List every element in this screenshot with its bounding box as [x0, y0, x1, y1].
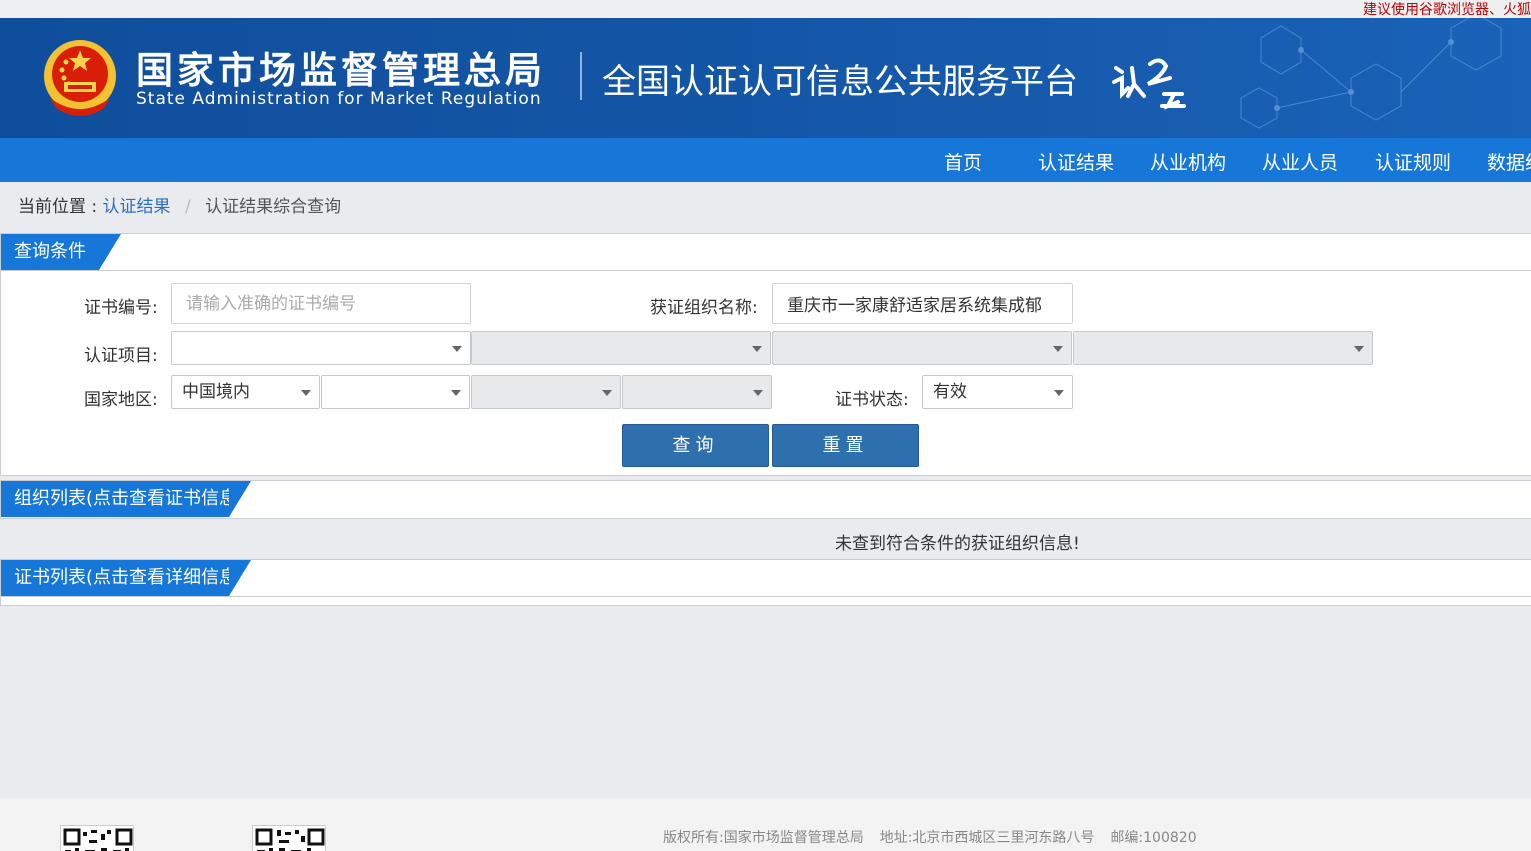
- region-select-district[interactable]: [622, 375, 772, 409]
- chevron-down-icon: [1053, 346, 1063, 352]
- region-select-city[interactable]: [471, 375, 621, 409]
- nav-item-practitioners[interactable]: 从业人员: [1262, 148, 1338, 175]
- breadcrumb-separator: /: [184, 197, 191, 217]
- nav-item-cert-results[interactable]: 认证结果: [1038, 148, 1114, 175]
- project-select-4[interactable]: [1073, 331, 1373, 365]
- national-emblem-icon: [44, 40, 116, 116]
- org-name-en: State Administration for Market Regulati…: [136, 89, 542, 109]
- region-select-country[interactable]: 中国境内: [171, 375, 320, 409]
- chevron-down-icon: [753, 390, 763, 396]
- status-select[interactable]: 有效: [922, 375, 1073, 409]
- site-footer: 版权所有:国家市场监督管理总局 地址:北京市西城区三里河东路八号 邮编:100820: [0, 798, 1531, 851]
- footer-copyright: 版权所有:国家市场监督管理总局 地址:北京市西城区三里河东路八号 邮编:100820: [663, 827, 1213, 847]
- cert-list-tab: 证书列表(点击查看详细信息): [1, 560, 251, 596]
- breadcrumb-current: 认证结果综合查询: [205, 197, 342, 217]
- breadcrumb-link-cert-results[interactable]: 认证结果: [103, 197, 171, 217]
- chevron-down-icon: [301, 390, 311, 396]
- org-list-panel-header: 组织列表(点击查看证书信息): [1, 481, 1531, 518]
- browser-notice: 建议使用谷歌浏览器、火狐: [1363, 2, 1531, 18]
- status-select-value: 有效: [933, 382, 967, 402]
- cert-no-input[interactable]: [171, 283, 471, 324]
- project-select-1[interactable]: [171, 331, 471, 365]
- chevron-down-icon: [1354, 346, 1364, 352]
- nav-item-cert-rules[interactable]: 认证规则: [1375, 148, 1451, 175]
- header-divider: [580, 52, 582, 100]
- chevron-down-icon: [752, 346, 762, 352]
- chevron-down-icon: [602, 390, 612, 396]
- qr-code-icon: [252, 825, 326, 851]
- nav-item-home[interactable]: 首页: [944, 148, 982, 175]
- cert-no-label: 证书编号:: [84, 298, 158, 318]
- breadcrumb: 当前位置 : 认证结果 / 认证结果综合查询: [18, 192, 341, 217]
- org-list-panel: 组织列表(点击查看证书信息): [0, 480, 1531, 519]
- org-name-cn: 国家市场监督管理总局: [136, 49, 546, 92]
- project-select-2[interactable]: [471, 331, 771, 365]
- query-panel-tab: 查询条件: [1, 234, 121, 270]
- org-list-empty-message: 未查到符合条件的获证组织信息!: [835, 534, 1080, 554]
- qr-code-icon: [60, 825, 134, 851]
- region-label: 国家地区:: [84, 390, 158, 410]
- region-select-value: 中国境内: [182, 382, 250, 402]
- main-nav: 首页 认证结果 从业机构 从业人员 认证规则 数据统: [0, 138, 1531, 182]
- footer-postcode: 邮编:100820: [1110, 830, 1197, 846]
- org-list-tab: 组织列表(点击查看证书信息): [1, 481, 251, 517]
- query-panel-header: 查询条件: [1, 234, 1531, 271]
- org-name-label: 获证组织名称:: [650, 298, 758, 318]
- cert-list-panel: 证书列表(点击查看详细信息): [0, 559, 1531, 606]
- status-label: 证书状态:: [835, 390, 909, 410]
- platform-title: 全国认证认可信息公共服务平台: [602, 62, 1078, 102]
- org-name-input[interactable]: [772, 283, 1073, 324]
- search-button[interactable]: 查询: [622, 424, 769, 467]
- project-select-3[interactable]: [772, 331, 1072, 365]
- project-label: 认证项目:: [84, 346, 158, 366]
- platform-brand-logo-icon: [1112, 58, 1186, 110]
- chevron-down-icon: [1054, 390, 1064, 396]
- region-select-province[interactable]: [321, 375, 470, 409]
- hexagon-decoration-icon: [1240, 18, 1502, 129]
- nav-item-statistics[interactable]: 数据统: [1487, 148, 1531, 175]
- cert-list-panel-header: 证书列表(点击查看详细信息): [1, 560, 1531, 597]
- breadcrumb-prefix: 当前位置 :: [18, 197, 98, 217]
- nav-item-institutions[interactable]: 从业机构: [1150, 148, 1226, 175]
- footer-address: 地址:北京市西城区三里河东路八号: [879, 830, 1095, 846]
- chevron-down-icon: [451, 390, 461, 396]
- chevron-down-icon: [452, 346, 462, 352]
- top-notice-bar: 建议使用谷歌浏览器、火狐: [0, 0, 1531, 18]
- site-header: 国家市场监督管理总局 State Administration for Mark…: [0, 18, 1531, 138]
- reset-button[interactable]: 重置: [772, 424, 919, 467]
- footer-copyright-text: 版权所有:国家市场监督管理总局: [663, 830, 864, 846]
